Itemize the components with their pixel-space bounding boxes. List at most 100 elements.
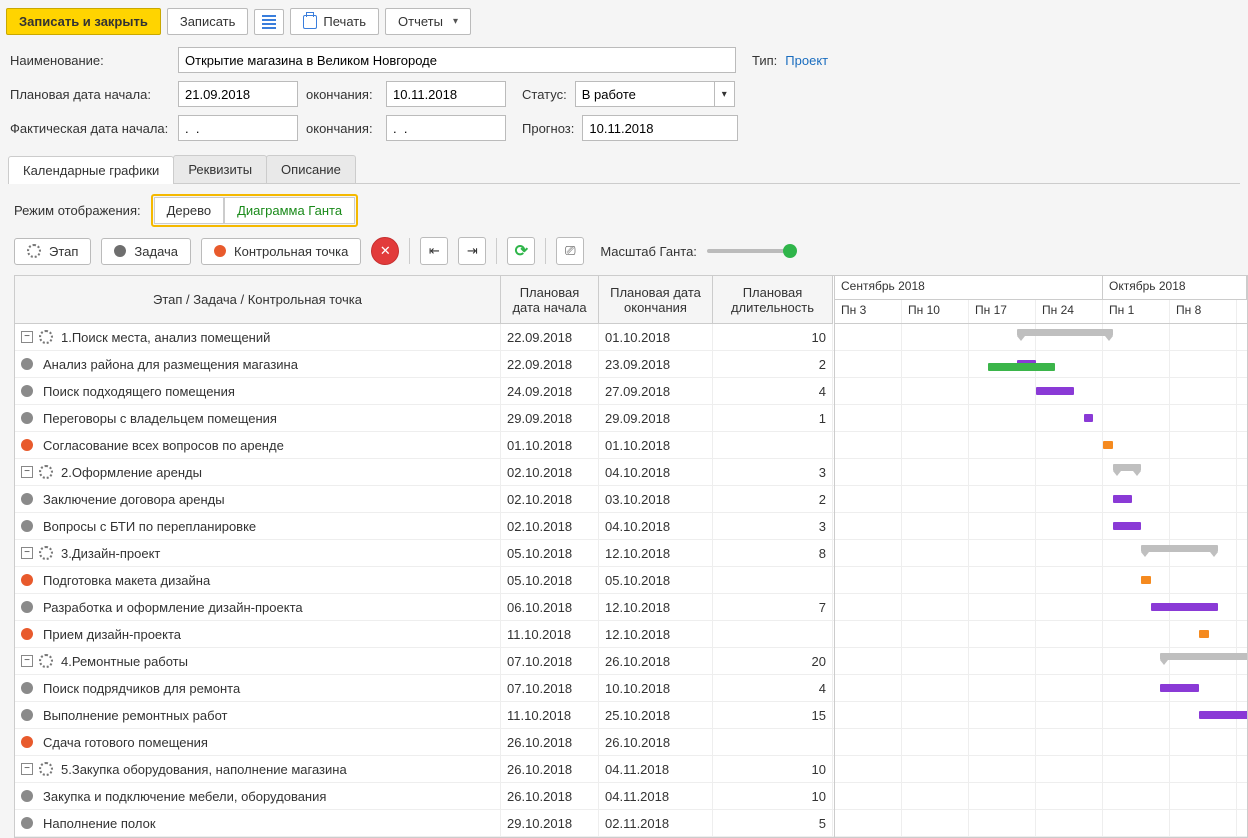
cell-end: 26.10.2018 xyxy=(599,729,713,755)
gantt-scale-slider[interactable] xyxy=(707,249,797,253)
fact-start-input[interactable] xyxy=(178,115,298,141)
row-name: 3.Дизайн-проект xyxy=(61,546,160,561)
forecast-label: Прогноз: xyxy=(522,121,574,136)
table-row[interactable]: −3.Дизайн-проект05.10.201812.10.20188 xyxy=(15,540,834,567)
type-label: Тип: xyxy=(752,53,777,68)
settings-button[interactable]: ⎚ xyxy=(556,237,584,265)
expand-toggle[interactable]: − xyxy=(21,331,33,343)
cell-dur: 8 xyxy=(713,540,833,566)
gantt-milestone[interactable] xyxy=(1199,630,1209,638)
mode-tree[interactable]: Дерево xyxy=(154,197,224,224)
save-button[interactable]: Записать xyxy=(167,8,249,35)
add-task-button[interactable]: Задача xyxy=(101,238,191,265)
task-dot-icon xyxy=(21,412,33,424)
gantt-stage-bar[interactable] xyxy=(1017,329,1113,336)
table-row[interactable]: Согласование всех вопросов по аренде01.1… xyxy=(15,432,834,459)
gantt-scale-label: Масштаб Ганта: xyxy=(600,244,697,259)
table-row[interactable]: Подготовка макета дизайна05.10.201805.10… xyxy=(15,567,834,594)
row-name: 5.Закупка оборудования, наполнение магаз… xyxy=(61,762,347,777)
table-row[interactable]: −1.Поиск места, анализ помещений22.09.20… xyxy=(15,324,834,351)
name-input[interactable] xyxy=(178,47,736,73)
cell-start: 11.10.2018 xyxy=(501,702,599,728)
table-row[interactable]: Наполнение полок29.10.201802.11.20185 xyxy=(15,810,834,837)
plan-end-input[interactable] xyxy=(386,81,506,107)
table-row[interactable]: Поиск подрядчиков для ремонта07.10.20181… xyxy=(15,675,834,702)
cell-dur: 15 xyxy=(713,702,833,728)
plan-start-label: Плановая дата начала: xyxy=(10,87,170,102)
task-dot-icon xyxy=(21,790,33,802)
cell-start: 02.10.2018 xyxy=(501,486,599,512)
save-close-button[interactable]: Записать и закрыть xyxy=(6,8,161,35)
cell-dur: 3 xyxy=(713,459,833,485)
print-button[interactable]: Печать xyxy=(290,8,379,35)
cell-end: 02.11.2018 xyxy=(599,810,713,836)
table-row[interactable]: Сдача готового помещения26.10.201826.10.… xyxy=(15,729,834,756)
col-name: Этап / Задача / Контрольная точка xyxy=(15,276,501,324)
table-row[interactable]: Вопросы с БТИ по перепланировке02.10.201… xyxy=(15,513,834,540)
status-input[interactable] xyxy=(575,81,715,107)
type-link[interactable]: Проект xyxy=(785,53,828,68)
table-row[interactable]: − 5.Закупка оборудования, наполнение мага… xyxy=(15,756,834,783)
table-row[interactable]: −2.Оформление аренды02.10.201804.10.2018… xyxy=(15,459,834,486)
gantt-task-bar[interactable] xyxy=(1113,522,1142,530)
tab-details[interactable]: Реквизиты xyxy=(173,155,267,183)
gantt-row xyxy=(835,675,1247,702)
table-row[interactable]: Анализ района для размещения магазина22.… xyxy=(15,351,834,378)
cell-start: 05.10.2018 xyxy=(501,567,599,593)
add-milestone-button[interactable]: Контрольная точка xyxy=(201,238,361,265)
gantt-task-bar[interactable] xyxy=(1084,414,1094,422)
tab-calendar[interactable]: Календарные графики xyxy=(8,156,174,184)
row-name: Заключение договора аренды xyxy=(43,492,225,507)
expand-toggle[interactable]: − xyxy=(21,763,33,775)
fact-end-input[interactable] xyxy=(386,115,506,141)
gantt-task-bar[interactable] xyxy=(1160,684,1198,692)
slider-knob[interactable] xyxy=(783,244,797,258)
table-row[interactable]: Заключение договора аренды02.10.201803.1… xyxy=(15,486,834,513)
mode-gantt[interactable]: Диаграмма Ганта xyxy=(224,197,355,224)
plan-start-input[interactable] xyxy=(178,81,298,107)
gantt-task-bar[interactable] xyxy=(1151,603,1218,611)
gantt-task-bar[interactable] xyxy=(1199,711,1247,719)
status-dropdown-button[interactable]: ▾ xyxy=(715,81,735,107)
expand-toggle[interactable]: − xyxy=(21,466,33,478)
gantt-row xyxy=(835,702,1247,729)
cell-dur: 5 xyxy=(713,810,833,836)
table-row[interactable]: Прием дизайн-проекта11.10.201812.10.2018 xyxy=(15,621,834,648)
cell-dur: 3 xyxy=(713,513,833,539)
gantt-stage-bar[interactable] xyxy=(1113,464,1142,471)
table-row[interactable]: Поиск подходящего помещения24.09.201827.… xyxy=(15,378,834,405)
reports-dropdown[interactable]: Отчеты xyxy=(385,8,471,35)
gantt-task-bar[interactable] xyxy=(1036,387,1074,395)
gantt-stage-bar[interactable] xyxy=(1141,545,1218,552)
add-stage-button[interactable]: Этап xyxy=(14,238,91,265)
delete-button[interactable]: ✕ xyxy=(371,237,399,265)
table-row[interactable]: Переговоры с владельцем помещения29.09.2… xyxy=(15,405,834,432)
row-name: Выполнение ремонтных работ xyxy=(43,708,227,723)
gantt-stage-bar[interactable] xyxy=(1160,653,1247,660)
indent-right-button[interactable]: ⇥ xyxy=(458,237,486,265)
tab-description[interactable]: Описание xyxy=(266,155,356,183)
table-row[interactable]: −4.Ремонтные работы07.10.201826.10.20182… xyxy=(15,648,834,675)
cell-end: 01.10.2018 xyxy=(599,432,713,458)
refresh-button[interactable]: ⟳ xyxy=(507,237,535,265)
cell-end: 23.09.2018 xyxy=(599,351,713,377)
forecast-input[interactable] xyxy=(582,115,738,141)
list-button[interactable] xyxy=(254,9,284,35)
table-row[interactable]: Закупка и подключение мебели, оборудован… xyxy=(15,783,834,810)
gantt-progress-bar[interactable] xyxy=(988,363,1055,371)
table-row[interactable]: Разработка и оформление дизайн-проекта06… xyxy=(15,594,834,621)
cell-end: 12.10.2018 xyxy=(599,540,713,566)
gantt-row xyxy=(835,486,1247,513)
task-dot-icon xyxy=(21,817,33,829)
expand-toggle[interactable]: − xyxy=(21,655,33,667)
expand-toggle[interactable]: − xyxy=(21,547,33,559)
gantt-milestone[interactable] xyxy=(1141,576,1151,584)
gantt-milestone[interactable] xyxy=(1103,441,1113,449)
table-row[interactable]: Выполнение ремонтных работ11.10.201825.1… xyxy=(15,702,834,729)
gantt-row xyxy=(835,540,1247,567)
refresh-icon: ⟳ xyxy=(515,241,528,261)
cell-dur xyxy=(713,621,833,647)
gantt-task-bar[interactable] xyxy=(1113,495,1132,503)
gantt-row xyxy=(835,648,1247,675)
indent-left-button[interactable]: ⇤ xyxy=(420,237,448,265)
